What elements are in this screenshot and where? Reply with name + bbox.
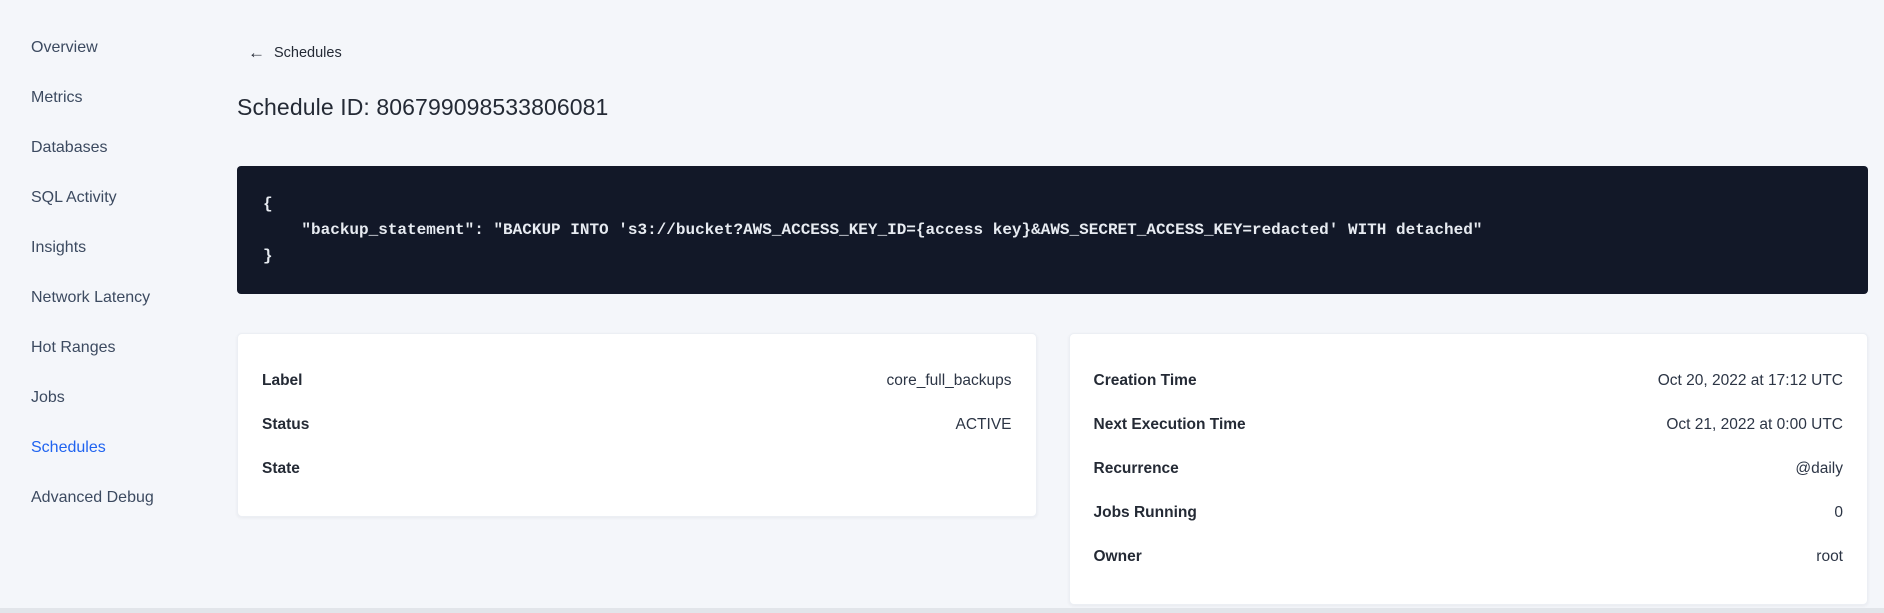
back-link-schedules[interactable]: ← Schedules — [248, 44, 342, 61]
detail-label: Label — [262, 372, 303, 389]
sidebar-item-label: Network Latency — [31, 289, 151, 306]
detail-label: State — [262, 460, 300, 477]
sidebar-item[interactable]: Databases — [0, 123, 237, 173]
sidebar-item-label: SQL Activity — [31, 189, 117, 206]
sidebar-item[interactable]: Schedules — [0, 423, 237, 473]
detail-row: Jobs Running 0 — [1094, 491, 1844, 535]
backup-statement-json: { "backup_statement": "BACKUP INTO 's3:/… — [263, 195, 1483, 265]
back-link-label: Schedules — [274, 44, 342, 61]
detail-cards-row: Label core_full_backups Status ACTIVE St… — [237, 333, 1868, 605]
backup-statement-code-block: { "backup_statement": "BACKUP INTO 's3:/… — [237, 166, 1868, 294]
main-content: ← Schedules Schedule ID: 806799098533806… — [237, 0, 1868, 605]
sidebar-item-label: Insights — [31, 239, 87, 256]
schedule-info-card: Creation Time Oct 20, 2022 at 17:12 UTC … — [1068, 333, 1868, 605]
sidebar-item-label: Jobs — [31, 389, 65, 406]
sidebar-item[interactable]: Hot Ranges — [0, 323, 237, 373]
sidebar-item-label: Metrics — [31, 89, 83, 106]
page-title: Schedule ID: 806799098533806081 — [237, 94, 609, 120]
detail-row: Status ACTIVE — [262, 403, 1012, 447]
detail-row: State — [262, 447, 1012, 491]
sidebar-item-label: Hot Ranges — [31, 339, 116, 356]
detail-row: Recurrence @daily — [1094, 447, 1844, 491]
sidebar-item[interactable]: Network Latency — [0, 273, 237, 323]
detail-value: root — [1816, 548, 1843, 565]
detail-value: 0 — [1834, 504, 1843, 521]
detail-value: core_full_backups — [886, 372, 1012, 389]
detail-row: Creation Time Oct 20, 2022 at 17:12 UTC — [1094, 359, 1844, 403]
sidebar-item[interactable]: Metrics — [0, 73, 237, 123]
sidebar-item-label: Overview — [31, 39, 98, 56]
detail-row: Label core_full_backups — [262, 359, 1012, 403]
back-arrow-icon: ← — [248, 43, 265, 62]
sidebar-item[interactable]: Overview — [0, 23, 237, 73]
detail-label: Next Execution Time — [1093, 416, 1246, 433]
detail-label: Owner — [1093, 548, 1142, 565]
detail-value: Oct 21, 2022 at 0:00 UTC — [1666, 416, 1843, 433]
sidebar-item[interactable]: Advanced Debug — [0, 473, 237, 523]
sidebar: Overview Metrics Databases SQL Activity … — [0, 0, 237, 613]
detail-row: Next Execution Time Oct 21, 2022 at 0:00… — [1094, 403, 1844, 447]
detail-label: Recurrence — [1093, 460, 1179, 477]
sidebar-item[interactable]: Insights — [0, 223, 237, 273]
sidebar-item-label: Databases — [31, 139, 108, 156]
detail-value: ACTIVE — [955, 416, 1012, 433]
details-card: Label core_full_backups Status ACTIVE St… — [237, 333, 1037, 517]
sidebar-item-label: Advanced Debug — [31, 489, 154, 506]
detail-value: Oct 20, 2022 at 17:12 UTC — [1657, 372, 1843, 389]
sidebar-item[interactable]: Jobs — [0, 373, 237, 423]
detail-label: Status — [262, 416, 310, 433]
sidebar-item-label: Schedules — [31, 439, 106, 456]
detail-label: Creation Time — [1093, 372, 1197, 389]
detail-row: Owner root — [1094, 535, 1844, 579]
detail-label: Jobs Running — [1093, 504, 1197, 521]
sidebar-item[interactable]: SQL Activity — [0, 173, 237, 223]
detail-value: @daily — [1795, 460, 1843, 477]
bottom-edge-strip — [0, 608, 1884, 613]
